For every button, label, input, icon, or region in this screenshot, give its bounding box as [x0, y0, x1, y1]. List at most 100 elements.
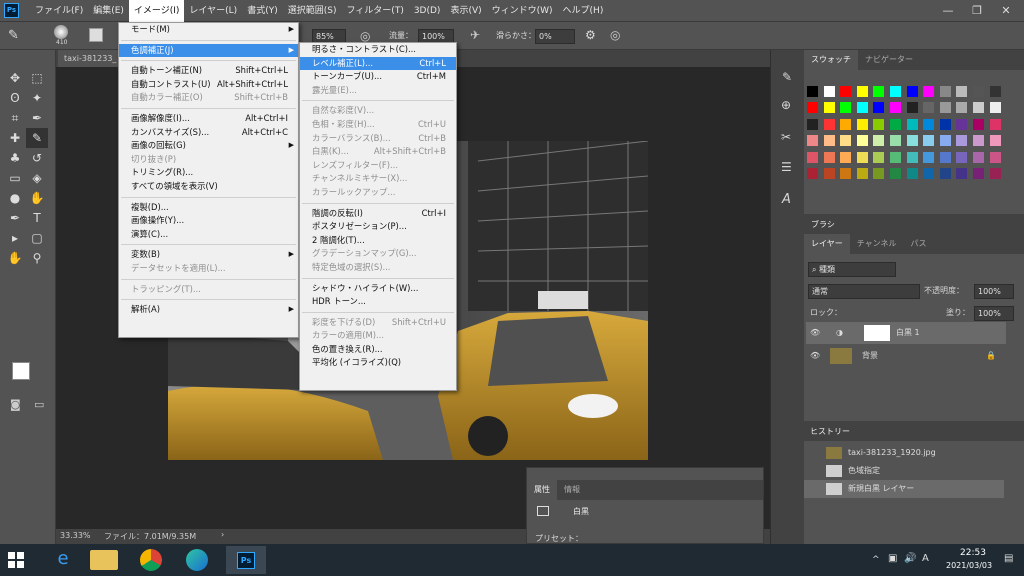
tool-presets-icon[interactable]: ✂ — [781, 130, 791, 144]
dodge-icon[interactable]: ✋ — [26, 188, 48, 208]
menu-option[interactable]: 解析(A) ▶ — [119, 303, 298, 317]
color-swatch[interactable] — [956, 86, 968, 97]
color-swatch[interactable] — [923, 86, 935, 97]
menu-option[interactable]: 色調補正(J) ▶ — [119, 43, 298, 58]
eye-icon[interactable]: 👁 — [810, 322, 820, 344]
color-swatch[interactable] — [956, 168, 968, 179]
color-swatch[interactable] — [823, 118, 835, 130]
color-swatch[interactable] — [856, 102, 868, 114]
tab-history[interactable]: ヒストリー — [810, 426, 850, 437]
color-swatch[interactable] — [906, 102, 918, 114]
menu-option[interactable]: シャドウ・ハイライト(W)... — [300, 282, 456, 296]
layer-opacity-input[interactable]: 100% — [974, 284, 1014, 299]
tab-brush[interactable]: ブラシ — [811, 219, 835, 230]
menu-option[interactable]: カンバスサイズ(S)... Alt+Ctrl+C — [119, 126, 298, 140]
color-swatch[interactable] — [939, 118, 951, 130]
color-swatch[interactable] — [856, 168, 868, 179]
pressure-size-icon[interactable]: ◎ — [610, 28, 620, 42]
color-swatch[interactable] — [939, 151, 951, 163]
color-swatch[interactable] — [890, 86, 901, 97]
menu-option[interactable]: HDR トーン... — [300, 295, 456, 309]
menu-option[interactable]: 演算(C)... — [119, 228, 298, 242]
menu-option[interactable]: 明るさ・コントラスト(C)... — [300, 43, 456, 57]
blur-icon[interactable]: ● — [4, 188, 26, 208]
menu-option[interactable]: 自動コントラスト(U) Alt+Shift+Ctrl+L — [119, 78, 298, 92]
history-item[interactable]: taxi-381233_1920.jpg — [804, 444, 1004, 462]
color-swatch[interactable] — [873, 102, 885, 114]
close-icon[interactable]: ✕ — [994, 0, 1018, 22]
smoothing-input[interactable]: 0% — [535, 29, 575, 44]
menu-option[interactable]: すべての領域を表示(V) — [119, 180, 298, 194]
menu-option[interactable]: 変数(B) ▶ — [119, 248, 298, 262]
color-swatch[interactable] — [973, 151, 984, 163]
notification-icon[interactable]: ▤ — [1004, 553, 1013, 564]
color-swatch[interactable] — [840, 118, 852, 130]
chevron-right-icon[interactable]: › — [221, 530, 224, 539]
color-swatch[interactable] — [906, 118, 918, 130]
chrome-icon[interactable] — [140, 549, 162, 571]
history-item[interactable]: 新規白黒 レイヤー — [804, 480, 1004, 498]
ime-indicator[interactable]: A — [922, 553, 929, 564]
color-swatch[interactable] — [989, 151, 1001, 163]
menu-item[interactable]: 編集(E) — [88, 0, 129, 22]
color-swatch[interactable] — [823, 151, 835, 163]
menu-item[interactable]: ウィンドウ(W) — [487, 0, 558, 22]
menu-item[interactable]: イメージ(I) — [128, 0, 185, 22]
color-swatch[interactable] — [856, 118, 868, 130]
shape-icon[interactable]: ▢ — [26, 228, 48, 248]
color-swatch[interactable] — [989, 102, 1001, 114]
menu-option[interactable]: 色の置き換え(R)... — [300, 343, 456, 357]
eraser-icon[interactable]: ▭ — [4, 168, 26, 188]
color-swatch[interactable] — [807, 151, 818, 163]
clone-stamp-icon[interactable]: ♣ — [4, 148, 26, 168]
menu-option[interactable]: レベル補正(L)... Ctrl+L — [300, 56, 456, 71]
menu-item[interactable]: 表示(V) — [445, 0, 486, 22]
color-swatch[interactable] — [840, 168, 852, 179]
chevron-up-icon[interactable]: ^ — [872, 555, 880, 565]
color-swatch[interactable] — [906, 151, 918, 163]
color-swatch[interactable] — [840, 86, 852, 97]
color-swatch[interactable] — [973, 118, 984, 130]
gear-icon[interactable]: ⚙ — [585, 28, 596, 42]
color-swatch[interactable] — [906, 168, 918, 179]
color-swatch[interactable] — [989, 118, 1001, 130]
eye-icon[interactable]: 👁 — [810, 345, 820, 367]
menu-option[interactable]: 画像操作(Y)... — [119, 214, 298, 228]
menu-option[interactable]: 2 階調化(T)... — [300, 234, 456, 248]
color-swatch[interactable] — [973, 102, 984, 114]
character-panel-icon[interactable]: ☰ — [781, 160, 792, 174]
color-swatch[interactable] — [923, 151, 935, 163]
color-swatch[interactable] — [939, 102, 951, 114]
airbrush-icon[interactable]: ✈ — [470, 28, 480, 42]
layer-name[interactable]: 白黒 1 — [896, 322, 920, 344]
color-swatch[interactable] — [989, 168, 1001, 179]
paint-bucket-icon[interactable]: ◈ — [26, 168, 48, 188]
menu-option[interactable]: モード(M) ▶ — [119, 23, 298, 37]
history-brush-icon[interactable]: ↺ — [26, 148, 48, 168]
clock-time[interactable]: 22:53 — [960, 548, 986, 558]
layer-fill-input[interactable]: 100% — [974, 306, 1014, 321]
color-swatch[interactable] — [956, 151, 968, 163]
photoshop-taskbar-item[interactable]: Ps — [226, 546, 266, 574]
pressure-opacity-icon[interactable]: ◎ — [360, 29, 370, 43]
foreground-color-swatch[interactable] — [12, 362, 30, 380]
color-swatch[interactable] — [807, 168, 818, 179]
menu-option[interactable]: 平均化 (イコライズ)(Q) — [300, 356, 456, 370]
color-swatch[interactable] — [923, 118, 935, 130]
color-swatch[interactable] — [923, 135, 935, 147]
eyedropper-icon[interactable]: ✒ — [26, 108, 48, 128]
color-swatch[interactable] — [840, 135, 852, 147]
color-swatch[interactable] — [823, 102, 835, 114]
healing-icon[interactable]: ✚ — [4, 128, 26, 148]
menu-item[interactable]: ヘルプ(H) — [558, 0, 609, 22]
brush-icon[interactable]: ✎ — [26, 128, 48, 148]
menu-item[interactable]: 書式(Y) — [242, 0, 283, 22]
tab-layers[interactable]: レイヤー — [804, 234, 850, 254]
color-swatch[interactable] — [873, 86, 885, 97]
menu-option[interactable]: 画像の回転(G) ▶ — [119, 139, 298, 153]
layer-row-background[interactable]: 👁 背景 🔒 — [806, 345, 1006, 367]
color-swatch[interactable] — [923, 102, 935, 114]
color-swatch[interactable] — [973, 168, 984, 179]
ie-icon[interactable]: e — [46, 548, 80, 574]
color-swatch[interactable] — [956, 102, 968, 114]
